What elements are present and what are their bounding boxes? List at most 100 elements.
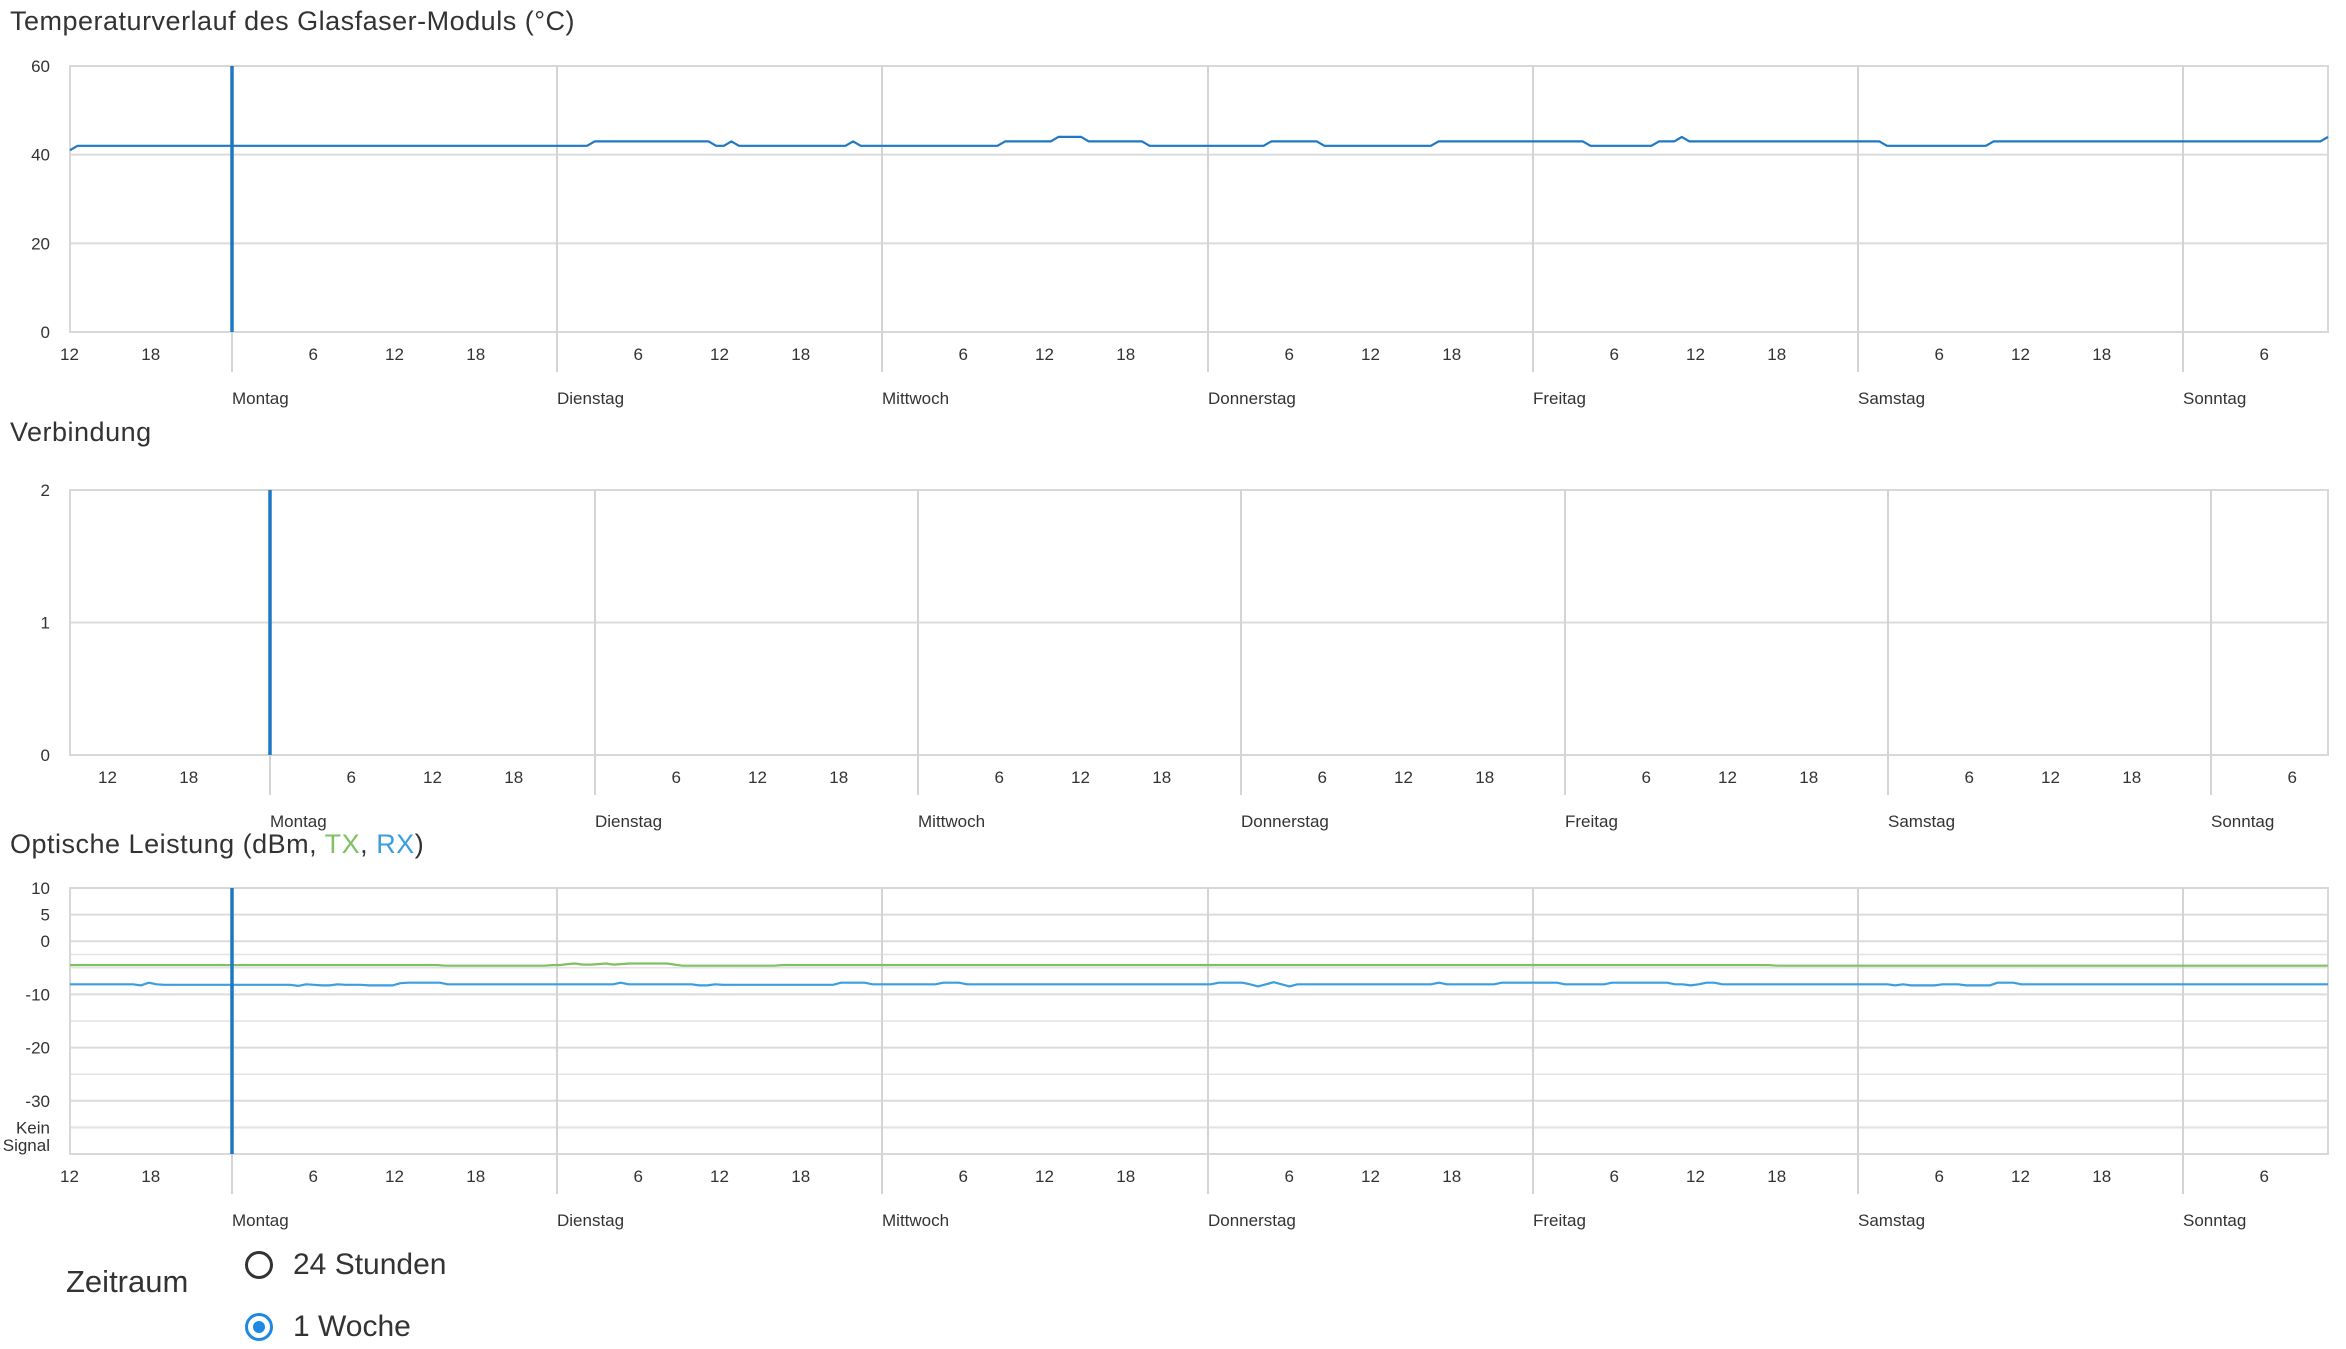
hour-tick-label: 12 — [1718, 768, 1737, 787]
hour-tick-label: 18 — [1442, 1167, 1461, 1186]
day-label: Donnerstag — [1208, 389, 1296, 408]
series-line-rx — [70, 981, 2328, 988]
tx-legend-label: TX — [324, 829, 361, 859]
period-label: Zeitraum — [66, 1264, 189, 1299]
radio-1-week-label: 1 Woche — [293, 1310, 411, 1343]
hour-tick-label: 12 — [1071, 768, 1090, 787]
y-tick-label: 0 — [41, 323, 50, 342]
hour-tick-label: 18 — [466, 345, 485, 364]
y-tick-label: 20 — [31, 234, 50, 253]
hour-tick-label: 12 — [1686, 1167, 1705, 1186]
hour-tick-label: 12 — [1035, 1167, 1054, 1186]
hour-tick-label: 6 — [1610, 1167, 1619, 1186]
hour-tick-label: 6 — [1965, 768, 1974, 787]
hour-tick-label: 6 — [1935, 1167, 1944, 1186]
day-label: Freitag — [1565, 812, 1618, 831]
hour-tick-label: 18 — [2092, 345, 2111, 364]
hour-tick-label: 18 — [179, 768, 198, 787]
hour-tick-label: 12 — [2011, 345, 2030, 364]
hour-tick-label: 18 — [1152, 768, 1171, 787]
hour-tick-label: 6 — [347, 768, 356, 787]
optical-title-sep: , — [360, 829, 377, 859]
hour-tick-label: 12 — [1361, 1167, 1380, 1186]
hour-tick-label: 12 — [60, 1167, 79, 1186]
day-label: Montag — [232, 1211, 289, 1230]
hour-tick-label: 6 — [959, 345, 968, 364]
day-label: Freitag — [1533, 389, 1586, 408]
hour-tick-label: 6 — [672, 768, 681, 787]
period-option-24h[interactable]: 24 Stunden — [245, 1248, 446, 1282]
y-tick-label: Kein — [16, 1118, 50, 1137]
temperature-chart-title: Temperaturverlauf des Glasfaser-Moduls (… — [10, 6, 575, 36]
day-label: Sonntag — [2183, 1211, 2246, 1230]
y-tick-label: 60 — [31, 57, 50, 76]
period-option-1-week[interactable]: 1 Woche — [245, 1310, 411, 1344]
connection-chart-title: Verbindung — [10, 417, 152, 447]
y-tick-label: 2 — [41, 481, 50, 500]
hour-tick-label: 6 — [1610, 345, 1619, 364]
day-label: Mittwoch — [882, 1211, 949, 1230]
hour-tick-label: 18 — [829, 768, 848, 787]
hour-tick-label: 6 — [2260, 1167, 2269, 1186]
hour-tick-label: 12 — [1361, 345, 1380, 364]
hour-tick-label: 6 — [634, 345, 643, 364]
plot-frame — [69, 65, 2329, 333]
hour-tick-label: 6 — [1285, 345, 1294, 364]
hour-tick-label: 18 — [141, 1167, 160, 1186]
temperature-chart: 0 20 40 60 Montag Dienstag Mittwoch Donnerstag F… — [31, 57, 2329, 408]
y-tick-label: Signal — [3, 1136, 50, 1155]
connection-chart: 012Montag Dienstag Mittwoch Donnerstag Freit… — [41, 481, 2329, 831]
hour-tick-label: 18 — [1799, 768, 1818, 787]
hour-tick-label: 12 — [1035, 345, 1054, 364]
day-label: Samstag — [1858, 389, 1925, 408]
day-label: Donnerstag — [1241, 812, 1329, 831]
day-label: Dienstag — [557, 1211, 624, 1230]
day-label: Montag — [232, 389, 289, 408]
day-label: Samstag — [1858, 1211, 1925, 1230]
hour-tick-label: 12 — [1394, 768, 1413, 787]
hour-tick-label: 18 — [1116, 1167, 1135, 1186]
hour-tick-label: 6 — [1285, 1167, 1294, 1186]
hour-tick-label: 18 — [1767, 345, 1786, 364]
hour-tick-label: 18 — [2092, 1167, 2111, 1186]
hour-tick-label: 18 — [1767, 1167, 1786, 1186]
hour-tick-label: 12 — [423, 768, 442, 787]
day-label: Sonntag — [2183, 389, 2246, 408]
radio-24h[interactable] — [245, 1251, 273, 1279]
optical-power-chart: 10 5 0 -10 -20 -30 KeinSignal Montag Dienstag Mit… — [3, 879, 2329, 1230]
y-tick-label: 1 — [41, 614, 50, 633]
hour-tick-label: 18 — [1475, 768, 1494, 787]
hour-tick-label: 18 — [2122, 768, 2141, 787]
day-label: Mittwoch — [918, 812, 985, 831]
hour-tick-label: 6 — [995, 768, 1004, 787]
rx-legend-label: RX — [376, 829, 415, 859]
day-label: Donnerstag — [1208, 1211, 1296, 1230]
hour-tick-label: 12 — [710, 1167, 729, 1186]
hour-tick-label: 6 — [2288, 768, 2297, 787]
hour-tick-label: 12 — [2041, 768, 2060, 787]
optical-title-suffix: ) — [414, 829, 425, 859]
optical-title-prefix: Optische Leistung (dBm, — [10, 829, 325, 859]
y-tick-label: -20 — [25, 1039, 50, 1058]
hour-tick-label: 6 — [1935, 345, 1944, 364]
y-tick-label: 10 — [31, 879, 50, 898]
day-label: Samstag — [1888, 812, 1955, 831]
hour-tick-label: 6 — [1318, 768, 1327, 787]
hour-tick-label: 12 — [385, 345, 404, 364]
hour-tick-label: 18 — [466, 1167, 485, 1186]
day-label: Mittwoch — [882, 389, 949, 408]
radio-1-week[interactable] — [245, 1313, 273, 1341]
y-tick-label: 40 — [31, 146, 50, 165]
hour-tick-label: 6 — [2260, 345, 2269, 364]
y-tick-label: -30 — [25, 1092, 50, 1111]
hour-tick-label: 18 — [504, 768, 523, 787]
radio-24h-label: 24 Stunden — [293, 1248, 447, 1281]
hour-tick-label: 12 — [710, 345, 729, 364]
hour-tick-label: 12 — [98, 768, 117, 787]
hour-tick-label: 18 — [1442, 345, 1461, 364]
y-tick-label: 0 — [41, 746, 50, 765]
series-line-temperature — [69, 135, 2329, 152]
hour-tick-label: 12 — [1686, 345, 1705, 364]
hour-tick-label: 6 — [309, 1167, 318, 1186]
hour-tick-label: 12 — [60, 345, 79, 364]
